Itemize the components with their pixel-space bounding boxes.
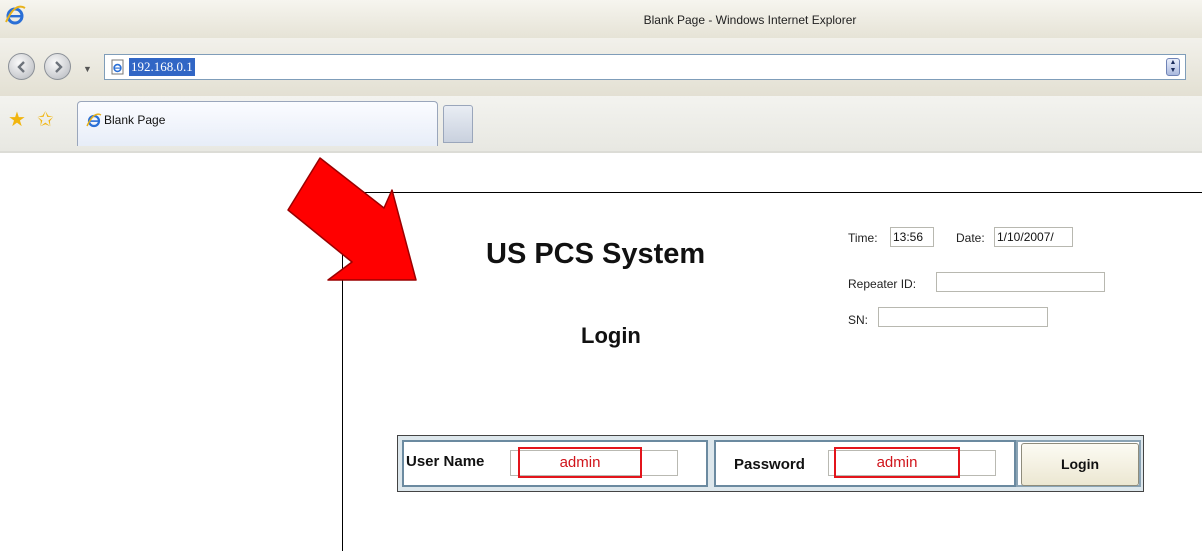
favorites-star-icon[interactable]: ★ [8, 110, 26, 130]
dropdown-icon[interactable]: ▼ [83, 64, 92, 74]
tab-label: Blank Page [104, 113, 166, 127]
time-label: Time: [848, 231, 878, 245]
page-title: US PCS System [486, 238, 706, 270]
address-bar[interactable]: 192.168.0.1 ▲ ▼ [104, 54, 1186, 80]
address-url[interactable]: 192.168.0.1 [129, 58, 195, 76]
username-cell: User Name admin [402, 440, 708, 487]
add-favorites-icon[interactable]: ✩ [37, 110, 54, 130]
login-heading: Login [581, 323, 641, 348]
back-icon [17, 61, 25, 73]
sn-label: SN: [848, 313, 869, 327]
tab-blank-page[interactable]: Blank Page [77, 101, 438, 146]
password-cell: Password admin [714, 440, 1016, 487]
login-button[interactable]: Login [1021, 443, 1139, 486]
sn-field[interactable] [878, 307, 1048, 327]
forward-button[interactable] [44, 53, 71, 80]
time-field[interactable]: 13:56 [890, 227, 934, 247]
username-input[interactable]: admin [518, 447, 642, 478]
page-icon [86, 113, 102, 128]
date-field[interactable]: 1/10/2007/ [994, 227, 1073, 247]
username-label: User Name [406, 453, 485, 470]
page-icon [111, 59, 124, 75]
repeater-id-field[interactable] [936, 272, 1105, 292]
title-bar: Blank Page - Windows Internet Explorer [0, 0, 1202, 38]
address-scroll-icon[interactable]: ▲ ▼ [1166, 58, 1180, 76]
red-pointer-arrow [287, 157, 417, 281]
repeater-id-label: Repeater ID: [848, 277, 917, 291]
frame-border-top [342, 192, 1202, 193]
password-label: Password [734, 456, 805, 473]
window-title: Blank Page - Windows Internet Explorer [643, 13, 857, 27]
new-tab-button[interactable] [443, 105, 473, 143]
date-label: Date: [956, 231, 985, 245]
back-button[interactable] [8, 53, 35, 80]
password-input[interactable]: admin [834, 447, 960, 478]
forward-icon [55, 61, 63, 73]
